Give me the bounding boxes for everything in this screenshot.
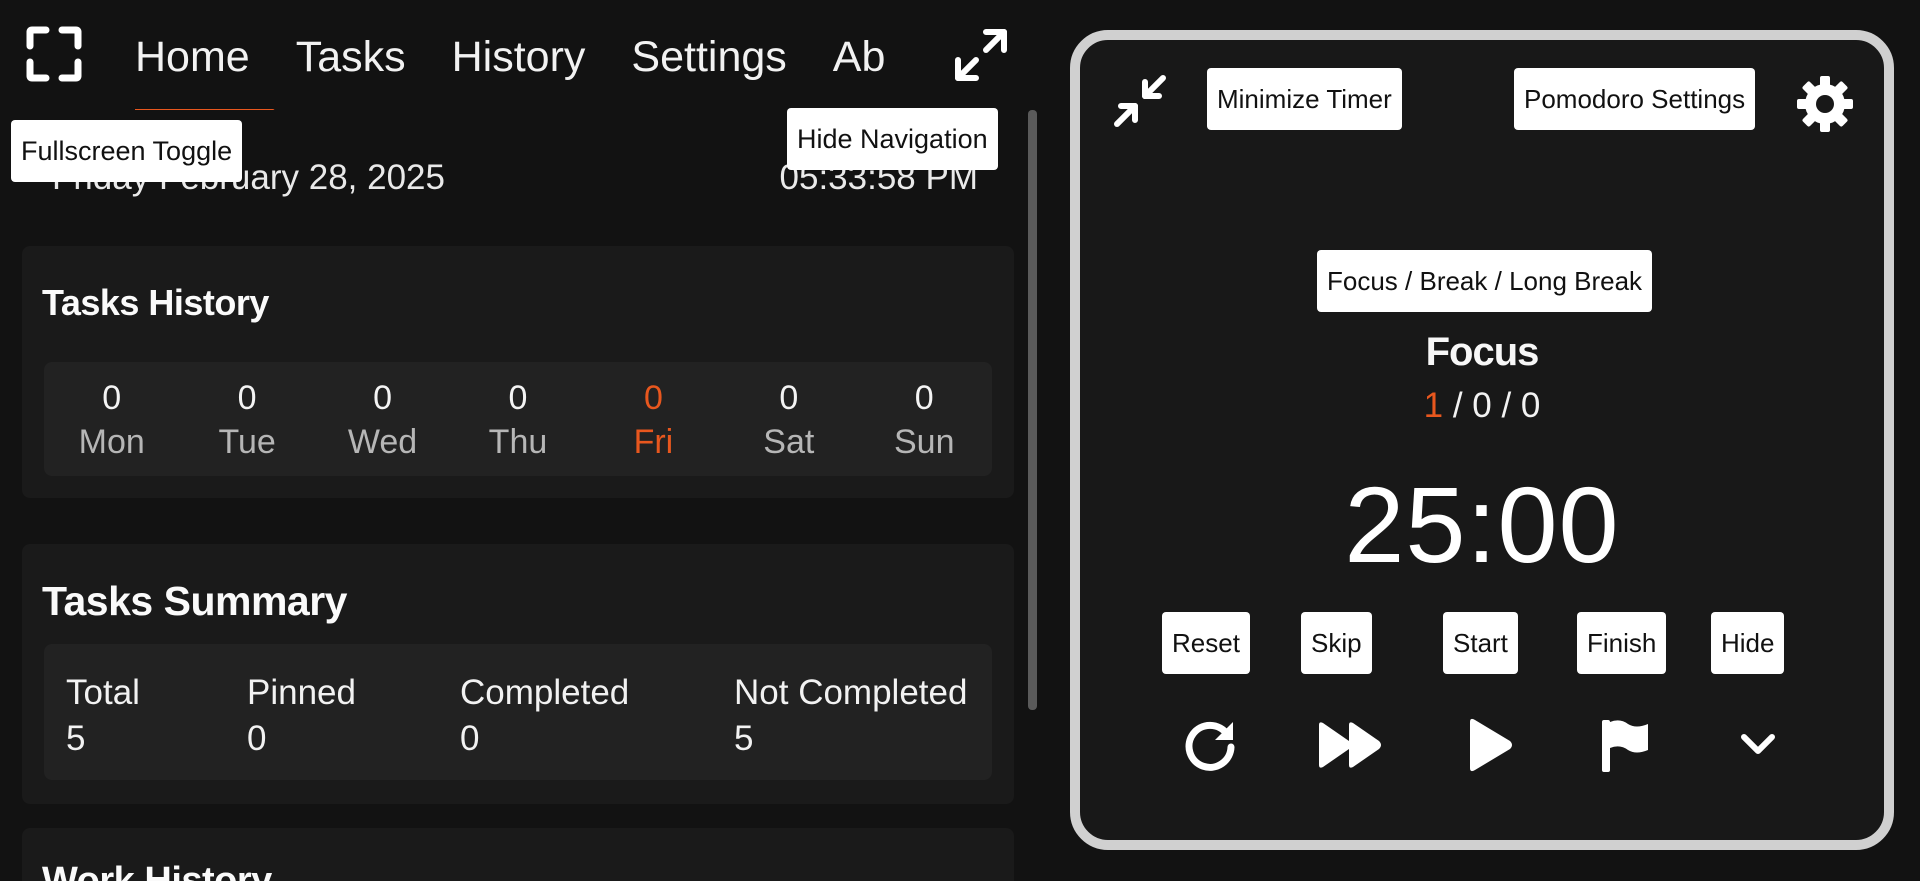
cycle-rest: / 0 / 0 [1443,386,1541,425]
day-thu: 0 Thu [450,362,585,476]
tasks-history-card: Tasks History 0 Mon 0 Tue 0 Wed 0 Thu 0 … [22,246,1014,498]
summary-completed: Completed 0 [460,670,629,762]
day-name: Fri [633,423,674,461]
skip-tooltip: Skip [1301,612,1372,674]
nav-tabs: Home Tasks History Settings Ab [135,14,905,110]
day-name: Tue [218,423,276,461]
reset-icon [1185,721,1235,771]
summary-label: Completed [460,673,630,712]
day-name: Thu [488,423,548,461]
day-count: 0 [643,379,663,417]
main-panel: Home Tasks History Settings Ab Friday Februa… [0,0,1040,881]
summary-pinned: Pinned 0 [247,670,356,762]
day-count: 0 [914,379,934,417]
tab-about[interactable]: Ab [833,14,886,110]
timer-mode[interactable]: Focus [1080,330,1884,375]
expand-icon[interactable] [952,26,1010,84]
work-history-title: Work History [42,860,272,881]
summary-not-completed: Not Completed 5 [734,670,967,762]
day-count: 0 [373,379,393,417]
day-fri: 0 Fri [586,362,721,476]
day-name: Mon [78,423,145,461]
day-name: Wed [347,423,418,461]
summary-value: 0 [247,719,267,758]
cycle-current: 1 [1423,386,1444,425]
summary-total: Total 5 [66,670,140,762]
hide-tooltip: Hide [1711,612,1785,674]
tasks-history-title: Tasks History [42,282,269,323]
chevron-down-icon [1741,734,1775,754]
tasks-history-days: 0 Mon 0 Tue 0 Wed 0 Thu 0 Fri 0 Sat 0 Su… [44,362,992,476]
day-count: 0 [102,379,122,417]
start-tooltip: Start [1443,612,1518,674]
tab-home[interactable]: Home [135,14,275,110]
finish-tooltip: Finish [1577,612,1667,674]
day-count: 0 [508,379,528,417]
summary-label: Not Completed [734,673,968,712]
work-history-card: Work History [22,828,1014,881]
hide-controls-button[interactable] [1723,710,1793,780]
day-mon: 0 Mon [44,362,179,476]
day-count: 0 [779,379,799,417]
pomodoro-timer: Minimize Timer Pomodoro Settings Focus /… [1070,30,1894,850]
day-name: Sun [893,423,955,461]
skip-button[interactable] [1313,710,1389,780]
tasks-summary-title: Tasks Summary [42,578,347,624]
day-wed: 0 Wed [315,362,450,476]
cycle-counter: 1 / 0 / 0 [1080,386,1884,426]
tasks-summary-stats: Total 5 Pinned 0 Completed 0 Not Complet… [44,644,992,780]
gear-icon[interactable] [1795,74,1855,134]
summary-label: Pinned [247,673,356,712]
tab-history[interactable]: History [452,14,586,110]
day-count: 0 [237,379,257,417]
summary-value: 0 [460,719,480,758]
timer-display: 25:00 [1344,464,1620,585]
reset-tooltip: Reset [1162,612,1250,674]
start-button[interactable] [1455,710,1525,780]
skip-icon [1319,722,1381,768]
day-tue: 0 Tue [179,362,314,476]
fullscreen-icon[interactable] [26,26,82,82]
fullscreen-tooltip: Fullscreen Toggle [11,120,243,182]
flag-icon [1602,720,1648,772]
summary-value: 5 [66,719,86,758]
day-name: Sat [763,423,815,461]
minimize-icon[interactable] [1111,72,1169,130]
play-icon [1470,718,1512,772]
tab-settings[interactable]: Settings [631,14,786,110]
finish-button[interactable] [1589,710,1659,780]
tab-tasks[interactable]: Tasks [296,14,406,110]
day-sat: 0 Sat [721,362,856,476]
day-sun: 0 Sun [857,362,992,476]
mode-tooltip: Focus / Break / Long Break [1317,250,1653,312]
summary-label: Total [66,673,140,712]
pomodoro-settings-tooltip: Pomodoro Settings [1514,68,1756,130]
scrollbar[interactable] [1028,110,1037,710]
reset-button[interactable] [1175,710,1245,780]
summary-value: 5 [734,719,754,758]
tasks-summary-card: Tasks Summary Total 5 Pinned 0 Completed… [22,544,1014,804]
minimize-timer-tooltip: Minimize Timer [1207,68,1402,130]
hide-navigation-tooltip: Hide Navigation [787,108,998,170]
